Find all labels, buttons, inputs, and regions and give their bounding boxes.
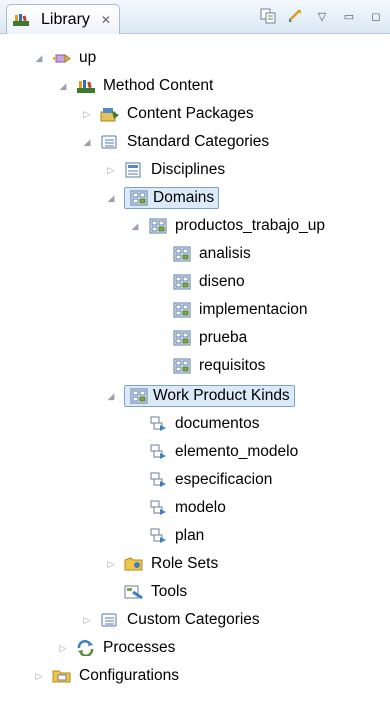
maximize-icon[interactable]: ◻ — [366, 6, 386, 26]
view-toolbar: ▽ ▭ ◻ — [258, 6, 386, 26]
tree-label: modelo — [175, 499, 226, 516]
configurations-icon — [52, 667, 72, 685]
disciplines-icon — [124, 161, 144, 179]
tab-title: Library — [41, 10, 90, 28]
tree-label: analisis — [199, 245, 251, 262]
domain-icon — [172, 329, 192, 347]
tree-label: Disciplines — [151, 161, 226, 178]
expanded-twisty-icon[interactable]: ◢ — [128, 219, 142, 233]
collapsed-twisty-icon[interactable]: ▷ — [56, 641, 70, 655]
tree-label: Content Packages — [127, 105, 254, 122]
tree-item-modelo[interactable]: modelo — [148, 494, 228, 522]
tree-item-tools[interactable]: Tools — [124, 578, 189, 606]
tree-label: plan — [175, 527, 205, 544]
tree-label: Domains — [153, 189, 215, 206]
selected-item: Domains — [124, 187, 220, 209]
expanded-twisty-icon[interactable]: ◢ — [104, 389, 118, 403]
tree-item-up[interactable]: ◢ up — [32, 44, 98, 72]
expanded-twisty-icon[interactable]: ◢ — [80, 135, 94, 149]
tree-label: Method Content — [103, 77, 214, 94]
tree-label: Role Sets — [151, 555, 219, 572]
collapsed-twisty-icon[interactable]: ▷ — [104, 163, 118, 177]
work-product-icon — [148, 415, 168, 433]
tree-label: especificacion — [175, 471, 273, 488]
domain-icon — [172, 301, 192, 319]
tree-item-content-packages[interactable]: ▷ Content Packages — [80, 100, 256, 128]
tree-item-plan[interactable]: plan — [148, 522, 206, 550]
tree-item-analisis[interactable]: analisis — [172, 240, 253, 268]
tree-label: requisitos — [199, 357, 266, 374]
sync-icon[interactable] — [285, 6, 305, 26]
tree-item-prueba[interactable]: prueba — [172, 324, 249, 352]
selected-item: Work Product Kinds — [124, 385, 295, 407]
tree-item-diseno[interactable]: diseno — [172, 268, 247, 296]
tree-label: Configurations — [79, 667, 179, 684]
tree-label: implementacion — [199, 301, 308, 318]
collapsed-twisty-icon[interactable]: ▷ — [80, 107, 94, 121]
expanded-twisty-icon[interactable]: ◢ — [32, 51, 46, 65]
tree-item-elemento-modelo[interactable]: elemento_modelo — [148, 438, 300, 466]
minimize-icon[interactable]: ▭ — [339, 6, 359, 26]
library-tab[interactable]: Library ✕ — [6, 4, 120, 34]
domain-icon — [172, 357, 192, 375]
view-menu-icon[interactable]: ▽ — [312, 6, 332, 26]
tree-label: prueba — [199, 329, 248, 346]
tree-item-documentos[interactable]: documentos — [148, 410, 261, 438]
domain-icon — [148, 217, 168, 235]
library-icon — [11, 11, 31, 29]
work-product-icon — [148, 527, 168, 545]
role-sets-icon — [124, 555, 144, 573]
tree-item-role-sets[interactable]: ▷ Role Sets — [104, 550, 220, 578]
standard-categories-icon — [100, 133, 120, 151]
work-product-icon — [148, 471, 168, 489]
tools-icon — [124, 583, 144, 601]
method-content-icon — [76, 77, 96, 95]
close-icon[interactable]: ✕ — [101, 13, 111, 27]
collapsed-twisty-icon[interactable]: ▷ — [32, 669, 46, 683]
collapsed-twisty-icon[interactable]: ▷ — [80, 613, 94, 627]
work-product-icon — [148, 443, 168, 461]
view-tab-bar: Library ✕ ▽ ▭ ◻ — [0, 0, 390, 34]
domain-icon — [172, 245, 192, 263]
method-plugin-icon — [52, 49, 72, 67]
content-packages-icon — [100, 105, 120, 123]
expanded-twisty-icon[interactable]: ◢ — [56, 79, 70, 93]
expanded-twisty-icon[interactable]: ◢ — [104, 191, 118, 205]
tree-item-productos-trabajo-up[interactable]: ◢ productos_trabajo_up — [128, 212, 327, 240]
tree-label: documentos — [175, 415, 260, 432]
tree-item-implementacion[interactable]: implementacion — [172, 296, 310, 324]
tree-item-especificacion[interactable]: especificacion — [148, 466, 274, 494]
processes-icon — [76, 639, 96, 657]
domain-icon — [172, 273, 192, 291]
tree-label: Custom Categories — [127, 611, 260, 628]
tree-item-custom-categories[interactable]: ▷ Custom Categories — [80, 606, 262, 634]
tree-label: Work Product Kinds — [153, 387, 290, 404]
link-editor-icon[interactable] — [258, 6, 278, 26]
domain-icon — [129, 189, 149, 207]
work-product-icon — [148, 499, 168, 517]
tree-item-method-content[interactable]: ◢ Method Content — [56, 72, 215, 100]
tree-label: elemento_modelo — [175, 443, 299, 460]
custom-categories-icon — [100, 611, 120, 629]
tree-label: Tools — [151, 583, 188, 600]
tree-item-configurations[interactable]: ▷ Configurations — [32, 662, 181, 690]
tree-item-disciplines[interactable]: ▷ Disciplines — [104, 156, 227, 184]
tree-label: Processes — [103, 639, 176, 656]
work-product-kind-icon — [129, 387, 149, 405]
tree-label: diseno — [199, 273, 245, 290]
tree-item-work-product-kinds[interactable]: ◢ Work Product Kinds — [104, 382, 295, 410]
tree-item-requisitos[interactable]: requisitos — [172, 352, 267, 380]
collapsed-twisty-icon[interactable]: ▷ — [104, 557, 118, 571]
tree-label: productos_trabajo_up — [175, 217, 325, 234]
tree-label: Standard Categories — [127, 133, 270, 150]
tree-item-standard-categories[interactable]: ◢ Standard Categories — [80, 128, 271, 156]
tree-item-domains[interactable]: ◢ Domains — [104, 184, 220, 212]
tree-item-processes[interactable]: ▷ Processes — [56, 634, 177, 662]
tree-label: up — [79, 49, 97, 66]
